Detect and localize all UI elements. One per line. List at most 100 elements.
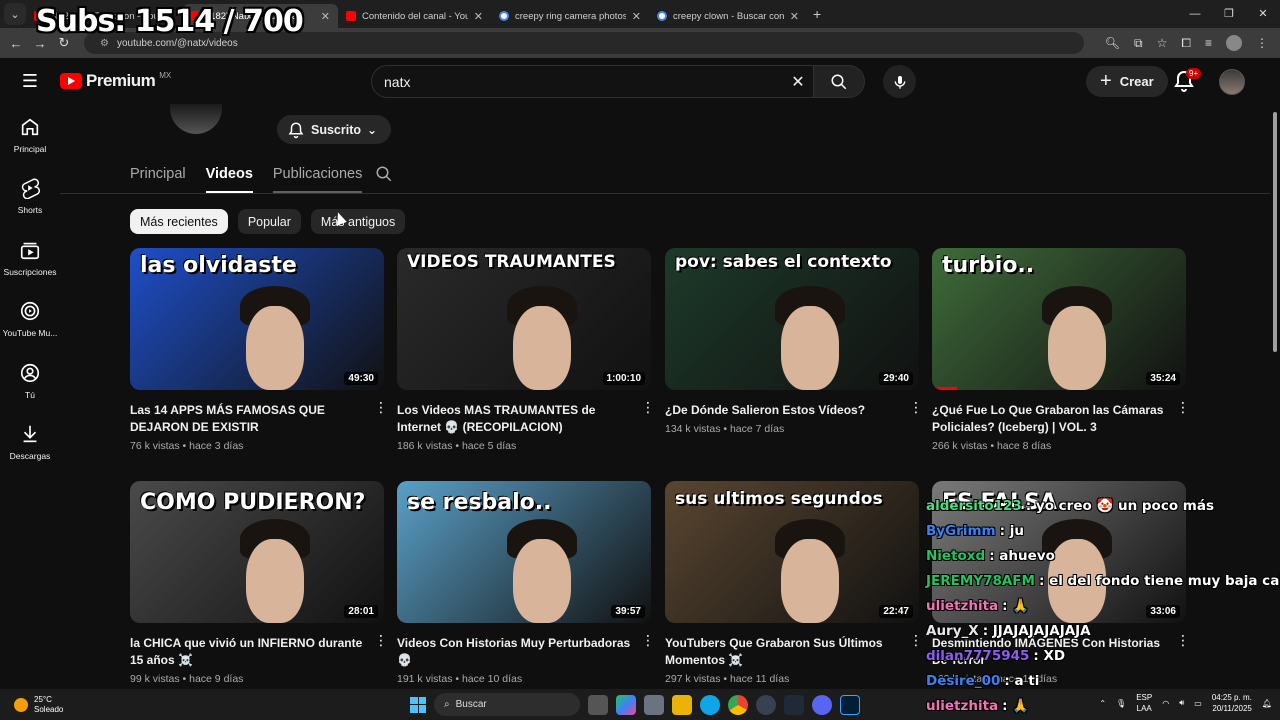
video-thumbnail[interactable]: COMO PUDIERON? 28:01 bbox=[130, 481, 384, 623]
sidebar-item-youtube-music[interactable]: YouTube Mu... bbox=[0, 289, 60, 351]
channel-search-icon[interactable] bbox=[375, 165, 393, 183]
video-thumbnail[interactable]: sus ultimos segundos 22:47 bbox=[665, 481, 919, 623]
youtube-premium-logo[interactable]: Premium MX bbox=[60, 71, 171, 91]
maximize-button[interactable]: ❐ bbox=[1212, 0, 1246, 28]
more-actions-icon[interactable]: ⋮ bbox=[374, 400, 388, 414]
video-card[interactable]: turbio.. 35:24 ¿Qué Fue Lo Que Grabaron la… bbox=[932, 248, 1190, 452]
new-tab-button[interactable]: + bbox=[813, 6, 821, 22]
video-metadata: 191 k vistas • hace 10 días bbox=[397, 673, 523, 685]
chat-text: : JJAJAJAJAJAJA bbox=[982, 623, 1091, 639]
close-tab-icon[interactable]: ✕ bbox=[790, 10, 799, 23]
chat-username: ByGrimm bbox=[926, 523, 996, 539]
copilot-icon[interactable] bbox=[616, 694, 636, 715]
video-title[interactable]: Los Videos MAS TRAUMANTES de Internet 💀 … bbox=[397, 402, 651, 436]
browser-tab[interactable]: Contenido del canal - YouTube ✕ bbox=[338, 4, 491, 28]
more-actions-icon[interactable]: ⋮ bbox=[909, 633, 923, 647]
chip-mas-recientes[interactable]: Más recientes bbox=[130, 209, 228, 234]
media-controls-icon[interactable]: ≡ bbox=[1205, 36, 1212, 50]
video-card[interactable]: COMO PUDIERON? 28:01 la CHICA que vivió un… bbox=[130, 481, 388, 685]
task-view-icon[interactable] bbox=[588, 694, 608, 715]
photoshop-icon[interactable] bbox=[840, 694, 860, 715]
extensions-icon[interactable]: ⧠ bbox=[1181, 36, 1191, 51]
thumbnail-text: COMO PUDIERON? bbox=[140, 490, 366, 515]
sidebar-item-suscripciones[interactable]: Suscripciones bbox=[0, 227, 60, 289]
video-thumbnail[interactable]: se resbalo.. 39:57 bbox=[397, 481, 651, 623]
thumbnail-face bbox=[781, 306, 839, 390]
more-actions-icon[interactable]: ⋮ bbox=[909, 400, 923, 414]
close-tab-icon[interactable]: ✕ bbox=[321, 10, 330, 23]
github-icon[interactable] bbox=[756, 694, 776, 715]
video-title[interactable]: ¿De Dónde Salieron Estos Vídeos? bbox=[665, 402, 919, 419]
voice-search-button[interactable] bbox=[883, 65, 916, 98]
sidebar-item-principal[interactable]: Principal bbox=[0, 104, 60, 166]
close-tab-icon[interactable]: ✕ bbox=[474, 10, 483, 23]
video-title[interactable]: la CHICA que vivió un INFIERNO durante 1… bbox=[130, 635, 384, 669]
create-button[interactable]: + Crear bbox=[1086, 66, 1168, 97]
more-actions-icon[interactable]: ⋮ bbox=[374, 633, 388, 647]
video-card[interactable]: sus ultimos segundos 22:47 YouTubers Que G… bbox=[665, 481, 923, 685]
video-title[interactable]: Videos Con Historias Muy Perturbadoras 💀 bbox=[397, 635, 651, 669]
tab-title: creepy clown - Buscar con Goo bbox=[673, 10, 784, 22]
video-title[interactable]: ¿Qué Fue Lo Que Grabaron las Cámaras Pol… bbox=[932, 402, 1186, 436]
close-tab-icon[interactable]: ✕ bbox=[632, 10, 641, 23]
more-actions-icon[interactable]: ⋮ bbox=[1176, 400, 1190, 414]
browser-tab[interactable]: creepy ring camera photos - Bu ✕ bbox=[491, 4, 649, 28]
menu-icon[interactable]: ☰ bbox=[0, 71, 60, 92]
channel-avatar[interactable] bbox=[170, 104, 222, 134]
chat-text: : XD bbox=[1033, 648, 1066, 664]
tab-title: creepy ring camera photos - Bu bbox=[515, 10, 626, 22]
tab-principal[interactable]: Principal bbox=[130, 160, 186, 193]
sidebar-item-descargas[interactable]: Descargas bbox=[0, 412, 60, 474]
browser-menu-icon[interactable]: ⋮ bbox=[1256, 36, 1268, 50]
search-button[interactable] bbox=[813, 65, 865, 98]
scrollbar-thumb[interactable] bbox=[1273, 112, 1277, 352]
bookmark-star-icon[interactable]: ☆ bbox=[1157, 36, 1168, 50]
video-thumbnail[interactable]: turbio.. 35:24 bbox=[932, 248, 1186, 390]
tab-videos[interactable]: Videos bbox=[205, 160, 254, 193]
video-card[interactable]: se resbalo.. 39:57 Videos Con Historias Mu… bbox=[397, 481, 655, 685]
cast-icon[interactable]: ⧉ bbox=[1134, 36, 1143, 51]
weather-widget[interactable]: 25°C Soleado bbox=[14, 695, 63, 715]
chat-text: : el del fondo tiene muy baja calidad bbox=[1038, 573, 1280, 589]
discord-icon[interactable] bbox=[812, 694, 832, 715]
tab-publicaciones[interactable]: Publicaciones bbox=[272, 160, 363, 193]
video-thumbnail[interactable]: las olvidaste 49:30 bbox=[130, 248, 384, 390]
logo-text: Premium bbox=[86, 71, 156, 90]
minimize-button[interactable]: — bbox=[1178, 0, 1212, 28]
edge-icon[interactable] bbox=[700, 694, 720, 715]
tab-search-dropdown[interactable]: ⌄ bbox=[4, 3, 26, 25]
browser-profile-icon[interactable] bbox=[1226, 35, 1242, 51]
clear-search-icon[interactable]: ✕ bbox=[783, 72, 813, 92]
thumbnail-text: se resbalo.. bbox=[407, 490, 552, 515]
video-card[interactable]: VIDEOS TRAUMANTES 1:00:10 Los Videos MAS T… bbox=[397, 248, 655, 452]
site-info-icon[interactable]: ⚙ bbox=[100, 38, 109, 49]
search-input[interactable]: natx ✕ bbox=[371, 65, 813, 98]
taskbar-search[interactable]: ⌕ Buscar bbox=[434, 693, 580, 716]
start-button[interactable] bbox=[410, 696, 426, 713]
video-title[interactable]: Las 14 APPS MÁS FAMOSAS QUE DEJARON DE E… bbox=[130, 402, 384, 436]
sidebar-item-shorts[interactable]: Shorts bbox=[0, 166, 60, 228]
video-thumbnail[interactable]: pov: sabes el contexto 29:40 bbox=[665, 248, 919, 390]
store-icon[interactable] bbox=[644, 694, 664, 715]
chrome-icon[interactable] bbox=[728, 694, 748, 715]
zoom-icon[interactable]: 🔍︎ bbox=[1105, 36, 1120, 50]
video-thumbnail[interactable]: VIDEOS TRAUMANTES 1:00:10 bbox=[397, 248, 651, 390]
more-actions-icon[interactable]: ⋮ bbox=[641, 400, 655, 414]
file-explorer-icon[interactable] bbox=[672, 694, 692, 715]
chat-message: aldersito123: yo creo 🤡 un poco más bbox=[926, 496, 1280, 521]
video-card[interactable]: pov: sabes el contexto 29:40 ¿De Dónde Sal… bbox=[665, 248, 923, 435]
chat-username: Nietoxd bbox=[926, 548, 986, 564]
account-avatar[interactable] bbox=[1219, 69, 1245, 95]
plus-icon: + bbox=[1100, 70, 1112, 92]
xbox-icon[interactable] bbox=[784, 694, 804, 715]
chip-mas-antiguos[interactable]: Más antiguos bbox=[310, 209, 406, 234]
video-title[interactable]: YouTubers Que Grabaron Sus Últimos Momen… bbox=[665, 635, 919, 669]
more-actions-icon[interactable]: ⋮ bbox=[641, 633, 655, 647]
browser-tab[interactable]: creepy clown - Buscar con Goo ✕ bbox=[649, 4, 807, 28]
close-window-button[interactable]: ✕ bbox=[1246, 0, 1280, 28]
sidebar-item-tu[interactable]: Tú bbox=[0, 350, 60, 412]
back-icon[interactable]: ← bbox=[4, 36, 28, 51]
subscribed-button[interactable]: Suscrito ⌄ bbox=[277, 115, 392, 144]
chip-popular[interactable]: Popular bbox=[237, 209, 301, 234]
video-card[interactable]: las olvidaste 49:30 Las 14 APPS MÁS FAMOSA… bbox=[130, 248, 388, 452]
